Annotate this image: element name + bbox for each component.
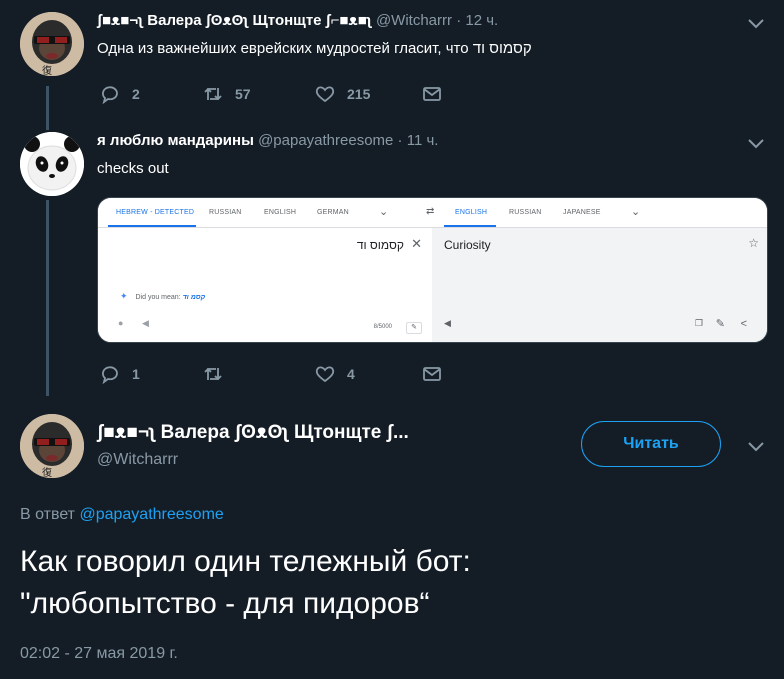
avatar[interactable]: 復: [20, 12, 84, 76]
did-you-mean-value: קסמ וד: [182, 294, 206, 301]
retweet-icon: [204, 87, 222, 101]
close-icon: ✕: [411, 236, 422, 251]
active-tab-underline: [108, 225, 196, 227]
retweet-button[interactable]: 57: [203, 84, 251, 104]
avatar[interactable]: [20, 132, 84, 196]
attached-image-translate[interactable]: HEBREW - DETECTED RUSSIAN ENGLISH GERMAN…: [97, 197, 768, 343]
speaker-icon: ◀: [142, 318, 149, 328]
tweet-time[interactable]: 12 ч.: [465, 12, 498, 29]
did-you-mean-label: Did you mean:: [135, 294, 181, 301]
source-panel: קסמוס וד ✕ ✦ Did you mean: קסמ וד ● ◀ 8/…: [98, 228, 432, 342]
retweet-button[interactable]: [203, 364, 235, 384]
reply-mention-link[interactable]: @papayathreesome: [79, 506, 223, 523]
tab-source-russian: RUSSIAN: [209, 209, 242, 216]
reply-count: 2: [132, 86, 140, 102]
chevron-down-icon[interactable]: [746, 17, 766, 31]
copy-icon: ❐: [694, 318, 703, 328]
chevron-down-icon[interactable]: [746, 137, 766, 151]
did-you-mean: ✦ Did you mean: קסמ וד: [120, 291, 205, 302]
main-tweet-text: Как говорил один тележный бот: "любопытс…: [20, 541, 471, 625]
reply-button[interactable]: 2: [100, 84, 140, 104]
like-count: 215: [347, 86, 371, 102]
display-name[interactable]: ʃ■ᴥ■¬ʅ Валера ʃʘᴥʘʅ Щтонщте ʃ...: [97, 422, 409, 444]
dm-button[interactable]: [422, 364, 454, 384]
tab-target-japanese: JAPANESE: [563, 209, 601, 216]
separator-dot: ·: [456, 12, 462, 29]
tweet-actions: 1 4: [100, 364, 460, 388]
pencil-icon: ✎: [715, 318, 725, 330]
tweet-header: я люблю мандарины @papayathreesome · 11 …: [97, 132, 438, 149]
dm-icon: [423, 367, 441, 381]
svg-text:復: 復: [42, 466, 52, 478]
like-icon: [315, 86, 335, 103]
avatar[interactable]: 復: [20, 414, 84, 478]
dm-icon: [423, 87, 441, 101]
retweet-count: 57: [235, 86, 251, 102]
speaker-icon: ◀: [444, 318, 451, 328]
user-handle[interactable]: @papayathreesome: [258, 132, 393, 149]
tab-source-detected: HEBREW - DETECTED: [116, 209, 195, 216]
tweet-actions: 2 57 215: [100, 84, 460, 108]
follow-button[interactable]: Читать: [581, 421, 721, 467]
chevron-down-icon: ⌄: [379, 206, 389, 218]
main-tweet-text-line: "любопытство - для пидоров“: [20, 587, 430, 620]
tab-source-german: GERMAN: [317, 209, 349, 216]
like-count: 4: [347, 366, 355, 382]
main-tweet-text-line: Как говорил один тележный бот:: [20, 545, 471, 578]
sparkle-icon: ✦: [120, 291, 128, 301]
active-tab-underline: [444, 225, 496, 227]
like-button[interactable]: 4: [315, 364, 355, 384]
retweet-icon: [204, 367, 222, 381]
reply-count: 1: [132, 366, 140, 382]
swap-icon: ⇄: [426, 206, 435, 217]
pencil-icon: ✎: [406, 322, 422, 334]
translate-tab-bar: HEBREW - DETECTED RUSSIAN ENGLISH GERMAN…: [98, 198, 767, 228]
output-text: Curiosity: [444, 238, 491, 252]
share-icon: <: [740, 318, 747, 330]
reply-prefix: В ответ: [20, 506, 76, 523]
avatar-image: [20, 132, 84, 196]
like-icon: [315, 366, 335, 383]
star-icon: ☆: [748, 236, 759, 250]
user-handle[interactable]: @Witcharrr: [376, 12, 452, 29]
display-name[interactable]: я люблю мандарины: [97, 132, 254, 149]
avatar-image: 復: [20, 12, 84, 76]
output-panel: Curiosity ☆ ◀ ❐ ✎ <: [432, 228, 767, 342]
dm-button[interactable]: [422, 84, 454, 104]
tab-target-english: ENGLISH: [455, 209, 488, 216]
reply-icon: [102, 86, 118, 104]
tab-source-english: ENGLISH: [264, 209, 297, 216]
reply-icon: [102, 366, 118, 384]
chevron-down-icon: ⌄: [631, 206, 641, 218]
like-button[interactable]: 215: [315, 84, 370, 104]
source-text: קסמוס וד: [356, 238, 404, 252]
user-handle[interactable]: @Witcharrr: [97, 451, 178, 469]
separator-dot: ·: [397, 132, 403, 149]
tweet-text: checks out: [97, 160, 169, 177]
reply-to-line: В ответ @papayathreesome: [20, 506, 224, 524]
tweet-text: Одна из важнейших еврейских мудростей гл…: [97, 40, 532, 57]
avatar-image: 復: [20, 414, 84, 478]
mic-icon: ●: [118, 318, 124, 328]
char-count: 8/5000: [373, 324, 392, 330]
chevron-down-icon[interactable]: [746, 440, 766, 454]
display-name[interactable]: ʃ■ᴥ■¬ʅ Валера ʃʘᴥʘʅ Щтонщте ʃ⌐■ᴥ■ʅ: [97, 12, 372, 29]
reply-button[interactable]: 1: [100, 364, 140, 384]
tweet-header: ʃ■ᴥ■¬ʅ Валера ʃʘᴥʘʅ Щтонщте ʃ⌐■ᴥ■ʅ @Witc…: [97, 12, 498, 29]
tweet-timestamp[interactable]: 02:02 - 27 мая 2019 г.: [20, 645, 178, 663]
tab-target-russian: RUSSIAN: [509, 209, 542, 216]
svg-text:復: 復: [42, 64, 52, 76]
tweet-1[interactable]: 復 ʃ■ᴥ■¬ʅ Валера ʃʘᴥʘʅ Щтонщте ʃ⌐■ᴥ■ʅ @Wi…: [0, 0, 784, 120]
tweet-time[interactable]: 11 ч.: [407, 132, 439, 149]
